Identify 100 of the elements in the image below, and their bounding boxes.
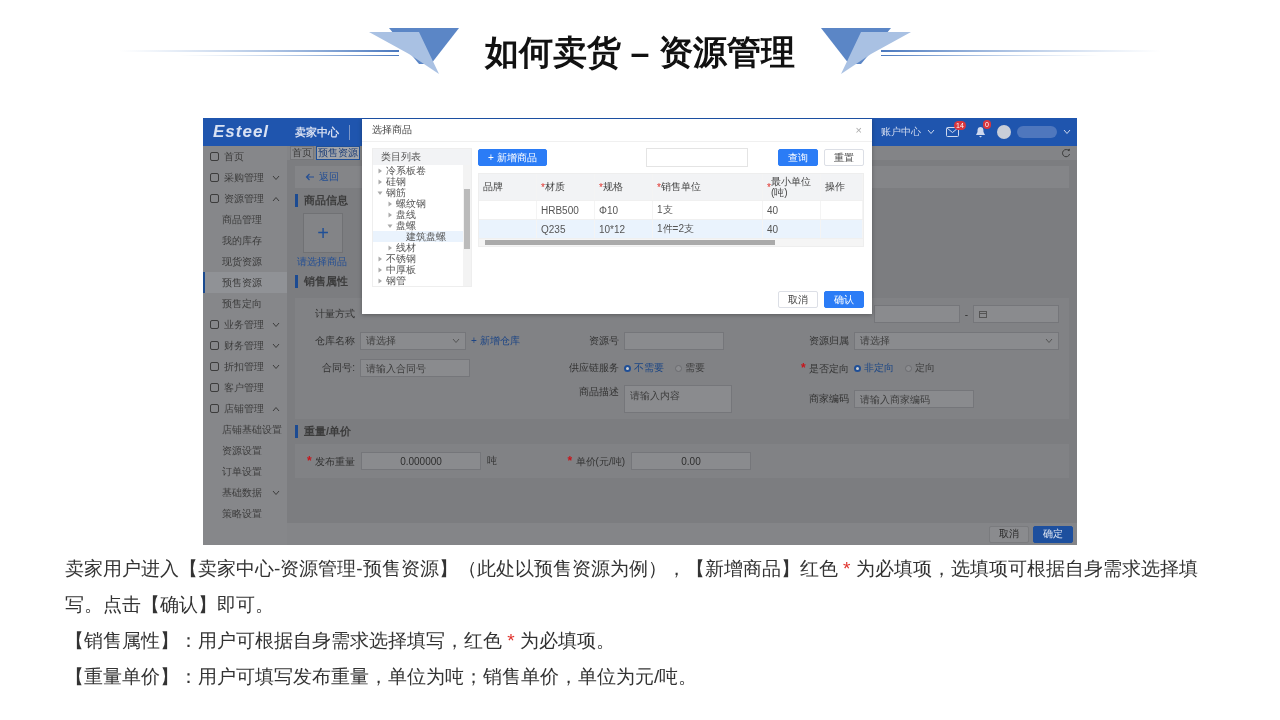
radio-option[interactable]: 非定向 — [854, 361, 894, 375]
choose-product-link[interactable]: 请选择商品 — [297, 255, 347, 269]
tree-item[interactable]: 钢管 — [373, 275, 463, 286]
chevron-down-icon — [927, 129, 935, 135]
scrollbar[interactable] — [463, 165, 471, 286]
sidebar-item[interactable]: 基础数据 — [203, 482, 287, 503]
field-label: 计量方式 — [314, 307, 355, 321]
instruction-text: 【重量单价】：用户可填写发布重量，单位为吨；销售单价，单位为元/吨。 — [65, 665, 699, 689]
description-textarea[interactable]: 请输入内容 — [624, 385, 732, 413]
table-cell: Φ10 — [595, 201, 653, 219]
column-header: *规格 — [595, 174, 653, 200]
sidebar-item[interactable]: 店铺管理 — [203, 398, 287, 419]
back-link[interactable]: 返回 — [319, 170, 339, 184]
sidebar-item[interactable]: 首页 — [203, 146, 287, 167]
sidebar-item[interactable]: 预售资源 — [203, 272, 287, 293]
table-cell: 1支 — [653, 201, 763, 219]
field-label: 资源归属 — [808, 334, 849, 348]
sidebar-item[interactable]: 预售定向 — [203, 293, 287, 314]
field-label: * 单价(元/吨) — [566, 453, 625, 469]
weight-field[interactable]: 0.000000 — [361, 452, 481, 470]
tree-header: 类目列表 — [373, 149, 471, 165]
mail-icon[interactable] — [946, 127, 959, 137]
footer-button[interactable]: 确定 — [1033, 525, 1073, 543]
page-tab[interactable]: 预售资源 — [316, 146, 360, 160]
field-label: 供应链服务 — [568, 361, 619, 375]
square-icon — [210, 383, 219, 392]
dialog-button[interactable]: 取消 — [778, 291, 818, 308]
close-button[interactable]: × — [855, 124, 862, 136]
date-field[interactable] — [973, 305, 1059, 323]
table-row[interactable]: Q235 10*12 1件=2支 40 — [479, 220, 863, 239]
range-separator: - — [964, 308, 968, 320]
dialog-button[interactable]: 确认 — [824, 291, 864, 308]
sidebar-item[interactable]: 业务管理 — [203, 314, 287, 335]
sidebar-item[interactable]: 现货资源 — [203, 251, 287, 272]
blurred-name — [1017, 126, 1057, 138]
select-field[interactable]: 请选择 — [854, 332, 1059, 350]
avatar[interactable] — [997, 125, 1011, 139]
sidebar-item[interactable]: 财务管理 — [203, 335, 287, 356]
sidebar-item[interactable]: 店铺基础设置 — [203, 419, 287, 440]
date-field[interactable] — [873, 305, 960, 323]
tree-item[interactable]: 硅钢 — [373, 176, 463, 187]
field-label: * 是否定向 — [800, 360, 849, 376]
input-field[interactable]: 请输入合同号 — [360, 359, 470, 377]
square-icon — [210, 341, 219, 350]
account-menu[interactable]: 账户中心 — [881, 125, 921, 139]
field-label: * 发布重量 — [306, 453, 355, 469]
reset-button[interactable]: 重置 — [824, 149, 864, 166]
scrollbar[interactable] — [479, 239, 863, 246]
tree-item[interactable]: 建筑盘螺 — [373, 231, 463, 242]
select-field[interactable]: 请选择 — [360, 332, 466, 350]
radio-option[interactable]: 不需要 — [624, 361, 664, 375]
square-icon — [210, 194, 219, 203]
sidebar-item[interactable]: 采购管理 — [203, 167, 287, 188]
sidebar-item[interactable]: 折扣管理 — [203, 356, 287, 377]
sidebar-item[interactable]: 订单设置 — [203, 461, 287, 482]
tree-item[interactable]: 线材 — [373, 242, 463, 253]
page-tab[interactable]: 首页 — [290, 146, 314, 160]
sidebar-item[interactable]: 资源设置 — [203, 440, 287, 461]
slide-title: 如何卖货 – 资源管理 — [485, 32, 795, 73]
sidebar-item[interactable]: 客户管理 — [203, 377, 287, 398]
chevron-down-icon — [452, 338, 460, 344]
query-button[interactable]: 查询 — [778, 149, 818, 166]
tree-item[interactable]: 盘线 — [373, 209, 463, 220]
table-cell: 1件=2支 — [653, 220, 763, 238]
table-cell: 40 — [763, 201, 821, 219]
tree-item[interactable]: 盘螺 — [373, 220, 463, 231]
refresh-icon[interactable] — [1061, 148, 1071, 158]
column-header: *材质 — [537, 174, 595, 200]
back-arrow-icon[interactable] — [305, 173, 315, 181]
add-product-card[interactable]: + — [303, 213, 343, 253]
tree-item[interactable]: 冷系板卷 — [373, 165, 463, 176]
radio-option[interactable]: 定向 — [905, 361, 935, 375]
sidebar-item[interactable]: 商品管理 — [203, 209, 287, 230]
add-warehouse-link[interactable]: + 新增仓库 — [471, 334, 520, 348]
search-field[interactable] — [646, 148, 748, 167]
calendar-icon — [979, 310, 987, 318]
radio-option[interactable]: 需要 — [675, 361, 705, 375]
sidebar-item[interactable]: 我的库存 — [203, 230, 287, 251]
chevron-down-icon[interactable] — [1063, 129, 1071, 135]
unit-label: 吨 — [487, 454, 497, 468]
sidebar-item[interactable]: 资源管理 — [203, 188, 287, 209]
field-label: 合同号: — [321, 361, 355, 375]
add-product-button[interactable]: + 新增商品 — [478, 149, 547, 166]
tree-item[interactable]: 螺纹钢 — [373, 198, 463, 209]
square-icon — [210, 152, 219, 161]
square-icon — [210, 173, 219, 182]
instruction-text: 卖家用户进入【卖家中心-资源管理-预售资源】（此处以预售资源为例），【新增商品】红色 * 为必填项，选填项可根据自身需求选择填写。点击【确认】即可。 — [65, 557, 1199, 617]
tree-item[interactable]: 不锈钢 — [373, 253, 463, 264]
column-header: *销售单位 — [653, 174, 763, 200]
logo: Esteel — [213, 122, 271, 142]
sidebar-item[interactable]: 策略设置 — [203, 503, 287, 524]
table-cell: 40 — [763, 220, 821, 238]
dialog-title: 选择商品 — [372, 123, 412, 137]
price-field[interactable]: 0.00 — [631, 452, 751, 470]
table-cell: Q235 — [537, 220, 595, 238]
footer-button[interactable]: 取消 — [989, 525, 1029, 543]
tree-item[interactable]: 中厚板 — [373, 264, 463, 275]
field-label: 资源号 — [588, 334, 619, 348]
input-field[interactable]: 请输入商家编码 — [854, 390, 974, 408]
bell-icon[interactable] — [975, 126, 986, 138]
